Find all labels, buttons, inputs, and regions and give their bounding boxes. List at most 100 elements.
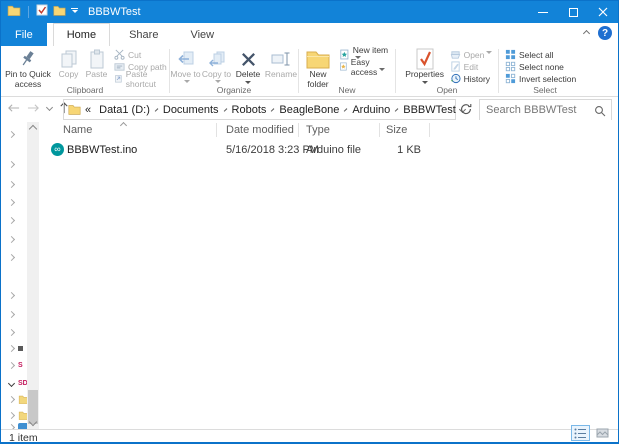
expand-chevron-icon[interactable]	[7, 344, 16, 352]
expand-chevron-icon[interactable]	[7, 160, 16, 168]
paste-button[interactable]: Paste	[82, 47, 111, 80]
rename-button[interactable]: Rename	[264, 47, 298, 80]
expand-chevron-icon[interactable]	[7, 328, 16, 336]
breadcrumb-chevron-icon[interactable]	[223, 107, 227, 112]
breadcrumb-chevron-icon[interactable]	[271, 107, 275, 112]
expand-chevron-icon[interactable]	[7, 130, 16, 138]
tree-item[interactable]	[7, 251, 16, 263]
paste-shortcut-button[interactable]: Paste shortcut	[114, 69, 169, 89]
pin-to-quick-access-button[interactable]: Pin to Quick access	[1, 47, 55, 90]
navigation-bar: « Data1 (D:) Documents Robots BeagleBone…	[1, 97, 618, 122]
details-view-button[interactable]	[571, 425, 590, 441]
qat-customize-dropdown-icon[interactable]	[71, 8, 78, 16]
history-button[interactable]: History	[450, 73, 493, 84]
minimize-ribbon-icon[interactable]	[582, 29, 591, 37]
search-icon[interactable]	[594, 104, 606, 122]
new-folder-button[interactable]: New folder	[299, 47, 337, 90]
column-header-size[interactable]: Size	[386, 124, 407, 136]
tree-item[interactable]: SD	[7, 377, 28, 389]
copy-label: Copy	[58, 69, 79, 79]
tree-item[interactable]	[7, 178, 16, 190]
copy-button[interactable]: Copy	[55, 47, 82, 80]
tree-item[interactable]	[7, 128, 16, 140]
tree-item[interactable]	[7, 342, 23, 354]
column-separator[interactable]	[298, 123, 299, 137]
select-all-icon	[505, 49, 516, 60]
properties-button[interactable]: Properties	[402, 47, 448, 87]
file-row[interactable]: ∞ BBBWTest.ino 5/16/2018 3:23 PM Arduino…	[41, 142, 617, 159]
breadcrumb-segment[interactable]: Data1 (D:)	[95, 104, 154, 116]
explorer-window: BBBWTest File Home Share View ? Pin to Q…	[0, 0, 619, 444]
tree-item[interactable]: S	[7, 359, 23, 371]
address-folder-icon	[68, 104, 81, 115]
select-none-button[interactable]: Select none	[505, 61, 576, 72]
maximize-button[interactable]	[558, 1, 588, 23]
search-input[interactable]	[480, 100, 611, 120]
close-button[interactable]	[588, 1, 618, 23]
qat-properties-icon[interactable]	[36, 3, 48, 21]
scroll-up-icon[interactable]	[28, 124, 38, 134]
tab-home[interactable]: Home	[52, 23, 111, 46]
refresh-button[interactable]	[460, 102, 472, 120]
column-header-type[interactable]: Type	[306, 124, 330, 136]
tree-item[interactable]	[7, 214, 16, 226]
easy-access-button[interactable]: Easy access	[339, 57, 395, 77]
breadcrumb-segment[interactable]: Arduino	[348, 104, 394, 116]
open-button[interactable]: Open	[450, 49, 493, 60]
tab-share[interactable]: Share	[116, 23, 171, 46]
column-header-date-modified[interactable]: Date modified	[226, 124, 294, 136]
back-button[interactable]	[7, 103, 20, 113]
select-all-button[interactable]: Select all	[505, 49, 576, 60]
copy-to-button[interactable]: Copy to	[201, 47, 232, 90]
expand-chevron-icon[interactable]	[7, 361, 16, 369]
edit-button[interactable]: Edit	[450, 61, 493, 72]
expand-chevron-icon[interactable]	[7, 411, 16, 419]
tab-file[interactable]: File	[1, 23, 47, 46]
expand-chevron-icon[interactable]	[7, 253, 16, 261]
breadcrumb-segment[interactable]: Documents	[159, 104, 223, 116]
move-to-button[interactable]: Move to	[170, 47, 201, 90]
delete-button[interactable]: Delete	[232, 47, 264, 87]
navigation-pane: S SD	[1, 122, 41, 429]
help-icon[interactable]: ?	[598, 26, 612, 40]
column-separator[interactable]	[216, 123, 217, 137]
column-separator[interactable]	[429, 123, 430, 137]
file-name[interactable]: BBBWTest.ino	[67, 144, 137, 156]
expand-chevron-icon[interactable]	[7, 198, 16, 206]
pin-icon	[20, 48, 36, 70]
breadcrumb-chevron-icon[interactable]	[154, 107, 159, 112]
column-header-name[interactable]: Name	[63, 124, 92, 136]
forward-button[interactable]	[27, 103, 40, 113]
collapse-chevron-icon[interactable]	[7, 379, 16, 387]
expand-chevron-icon[interactable]	[7, 180, 16, 188]
breadcrumb-chevron-icon[interactable]	[394, 107, 399, 112]
file-list-pane: Name Date modified Type Size ∞ BBBWTest.…	[41, 121, 617, 429]
minimize-button[interactable]	[528, 1, 558, 23]
breadcrumb-overflow[interactable]: «	[81, 104, 95, 116]
sidebar-scrollbar[interactable]	[27, 122, 39, 429]
tree-item[interactable]	[7, 326, 16, 338]
tree-item[interactable]	[7, 158, 16, 170]
expand-chevron-icon[interactable]	[7, 291, 16, 299]
tree-item[interactable]	[7, 308, 16, 320]
address-bar[interactable]: « Data1 (D:) Documents Robots BeagleBone…	[63, 99, 466, 120]
breadcrumb-segment[interactable]: BBBWTest	[399, 104, 460, 116]
expand-chevron-icon[interactable]	[7, 235, 16, 243]
tree-item[interactable]	[7, 233, 16, 245]
tab-view[interactable]: View	[177, 23, 227, 46]
cut-button[interactable]: Cut	[114, 49, 169, 60]
invert-selection-button[interactable]: Invert selection	[505, 73, 576, 84]
expand-chevron-icon[interactable]	[7, 395, 16, 403]
breadcrumb-segment[interactable]: Robots	[228, 104, 271, 116]
tree-item[interactable]	[7, 289, 16, 301]
expand-chevron-icon[interactable]	[7, 310, 16, 318]
column-separator[interactable]	[379, 123, 380, 137]
tree-item[interactable]	[7, 421, 29, 429]
qat-new-folder-icon[interactable]	[53, 3, 66, 21]
recent-locations-dropdown-icon[interactable]	[45, 103, 54, 112]
large-icons-view-button[interactable]	[593, 425, 612, 441]
expand-chevron-icon[interactable]	[7, 216, 16, 224]
tree-item[interactable]	[7, 196, 16, 208]
breadcrumb-chevron-icon[interactable]	[344, 107, 348, 112]
breadcrumb-segment[interactable]: BeagleBone	[275, 104, 343, 116]
